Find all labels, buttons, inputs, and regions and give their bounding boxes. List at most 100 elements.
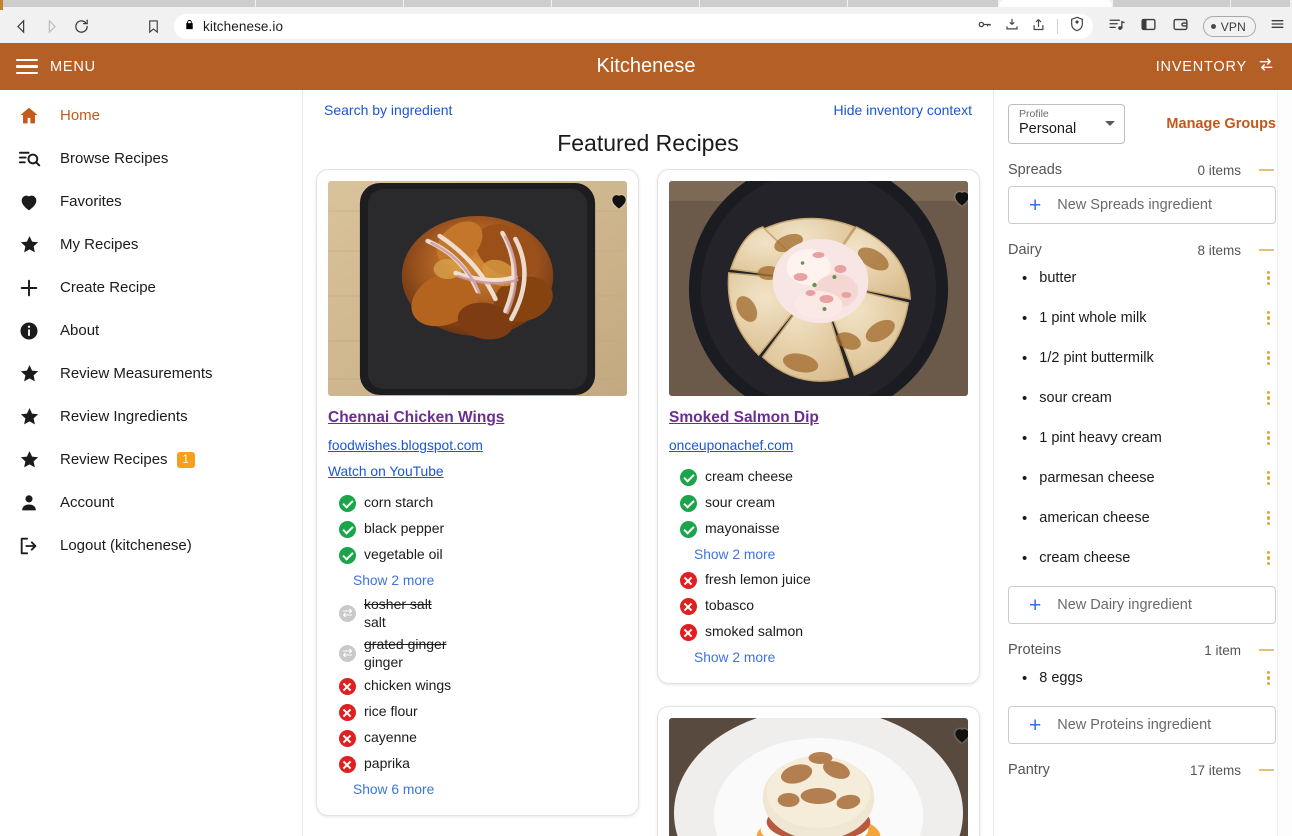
address-bar[interactable]: kitchenese.io: [174, 14, 1093, 39]
browser-tab[interactable]: [404, 0, 552, 7]
inventory-group-header-proteins[interactable]: Proteins 1 item: [1008, 642, 1276, 658]
reload-icon[interactable]: [66, 14, 96, 40]
sidebar-item-review-ingredients[interactable]: Review Ingredients: [0, 395, 302, 438]
inventory-item[interactable]: • cream cheese: [1008, 538, 1276, 578]
sidebar-item-my-recipes[interactable]: My Recipes: [0, 223, 302, 266]
heart-filled-icon[interactable]: [951, 725, 968, 750]
sidebar-item-logout[interactable]: Logout (kitchenese): [0, 524, 302, 567]
recipe-title-link[interactable]: Chennai Chicken Wings: [328, 409, 504, 427]
browser-tab-active[interactable]: [999, 0, 1113, 7]
bullet-icon: •: [1022, 309, 1028, 327]
browser-tab[interactable]: [256, 0, 404, 7]
browser-tab[interactable]: [552, 0, 700, 7]
new-spreads-ingredient-button[interactable]: + New Spreads ingredient: [1008, 186, 1276, 224]
recipe-image-wrap: [328, 181, 627, 396]
sidebar-item-review-measurements[interactable]: Review Measurements: [0, 352, 302, 395]
inventory-item[interactable]: • 1 pint whole milk: [1008, 298, 1276, 338]
recipe-image-salmon-dip: [669, 181, 968, 396]
share-icon[interactable]: [1031, 17, 1046, 37]
recipe-image-wrap: [669, 181, 968, 396]
bookmark-icon[interactable]: [136, 14, 170, 40]
inventory-item[interactable]: • 8 eggs: [1008, 658, 1276, 698]
inventory-group-header-spreads[interactable]: Spreads 0 items: [1008, 162, 1276, 178]
inventory-item[interactable]: • butter: [1008, 258, 1276, 298]
kebab-menu-icon[interactable]: [1261, 389, 1276, 408]
recipe-video-link[interactable]: Watch on YouTube: [328, 464, 627, 479]
sidebar-item-home[interactable]: Home: [0, 94, 302, 137]
browser-tab[interactable]: [1231, 0, 1291, 7]
inventory-item[interactable]: • 1 pint heavy cream: [1008, 418, 1276, 458]
inventory-item[interactable]: • sour cream: [1008, 378, 1276, 418]
ingredient-name: rice flour: [364, 703, 418, 719]
browser-tab[interactable]: [848, 0, 999, 7]
show-more-have-link[interactable]: Show 2 more: [669, 542, 968, 567]
manage-groups-button[interactable]: Manage Groups: [1166, 116, 1276, 132]
inventory-item[interactable]: • american cheese: [1008, 498, 1276, 538]
recipe-source-link[interactable]: onceuponachef.com: [669, 438, 968, 453]
collapse-icon[interactable]: [1259, 249, 1274, 251]
hide-inventory-context-link[interactable]: Hide inventory context: [833, 102, 972, 118]
back-arrow-icon[interactable]: [6, 14, 36, 40]
sidebar-icon[interactable]: [1139, 16, 1158, 38]
browser-tab[interactable]: [3, 0, 256, 7]
item-name: 1/2 pint buttermilk: [1039, 350, 1154, 366]
search-by-ingredient-link[interactable]: Search by ingredient: [324, 102, 452, 118]
group-count: 1 item: [1204, 642, 1241, 658]
sidebar-item-review-recipes[interactable]: Review Recipes 1: [0, 438, 302, 481]
kebab-menu-icon[interactable]: [1261, 309, 1276, 328]
show-more-have-link[interactable]: Show 2 more: [328, 568, 627, 593]
sidebar-item-favorites[interactable]: Favorites: [0, 180, 302, 223]
profile-select[interactable]: Profile Personal: [1008, 104, 1125, 144]
kebab-menu-icon[interactable]: [1261, 269, 1276, 288]
vpn-toggle[interactable]: VPN: [1202, 16, 1256, 37]
kebab-menu-icon[interactable]: [1261, 429, 1276, 448]
sidebar-item-browse-recipes[interactable]: Browse Recipes: [0, 137, 302, 180]
recipe-card[interactable]: Chennai Chicken Wings foodwishes.blogspo…: [316, 169, 639, 816]
check-circle-icon: [680, 469, 697, 486]
kebab-menu-icon[interactable]: [1261, 669, 1276, 688]
new-dairy-ingredient-button[interactable]: + New Dairy ingredient: [1008, 586, 1276, 624]
ingredient-row-missing: smoked salmon: [669, 619, 968, 645]
inventory-group-header-pantry[interactable]: Pantry 17 items: [1008, 762, 1276, 778]
sidebar-item-account[interactable]: Account: [0, 481, 302, 524]
browser-menu-icon[interactable]: [1269, 16, 1286, 37]
playlist-icon[interactable]: [1107, 16, 1126, 38]
download-icon[interactable]: [1004, 17, 1020, 37]
sidebar-item-create-recipe[interactable]: Create Recipe: [0, 266, 302, 309]
kebab-menu-icon[interactable]: [1261, 469, 1276, 488]
wallet-icon[interactable]: [1171, 16, 1190, 38]
inventory-item[interactable]: • 1/2 pint buttermilk: [1008, 338, 1276, 378]
brave-shield-icon[interactable]: [1069, 15, 1085, 38]
show-more-missing-link[interactable]: Show 6 more: [328, 777, 627, 802]
kebab-menu-icon[interactable]: [1261, 549, 1276, 568]
inventory-toggle-button[interactable]: INVENTORY: [1156, 56, 1276, 77]
ingredient-name: chicken wings: [364, 677, 452, 693]
bullet-icon: •: [1022, 349, 1028, 367]
new-proteins-ingredient-button[interactable]: + New Proteins ingredient: [1008, 706, 1276, 744]
inventory-item[interactable]: • parmesan cheese: [1008, 458, 1276, 498]
collapse-icon[interactable]: [1259, 769, 1274, 771]
kebab-menu-icon[interactable]: [1261, 349, 1276, 368]
password-key-icon[interactable]: [976, 17, 993, 37]
heart-filled-icon[interactable]: [951, 188, 968, 213]
logout-icon: [18, 535, 60, 557]
sidebar-item-about[interactable]: About: [0, 309, 302, 352]
recipe-title-link[interactable]: Smoked Salmon Dip: [669, 409, 819, 427]
heart-filled-icon[interactable]: [608, 191, 627, 216]
recipe-card[interactable]: Smoked Salmon Dip onceuponachef.com crea…: [657, 169, 980, 684]
tab-strip[interactable]: [0, 0, 1292, 10]
collapse-icon[interactable]: [1259, 169, 1274, 171]
collapse-icon[interactable]: [1259, 649, 1274, 651]
browser-tab[interactable]: [1113, 0, 1231, 7]
browser-tab[interactable]: [700, 0, 848, 7]
kebab-menu-icon[interactable]: [1261, 509, 1276, 528]
recipe-source-link[interactable]: foodwishes.blogspot.com: [328, 438, 627, 453]
menu-button[interactable]: MENU: [16, 59, 96, 75]
show-more-missing-link[interactable]: Show 2 more: [669, 645, 968, 670]
sidebar-label: Favorites: [60, 193, 122, 210]
page-scrollbar[interactable]: [1277, 90, 1292, 836]
check-circle-icon: [680, 521, 697, 538]
person-icon: [18, 492, 60, 514]
recipe-card[interactable]: [657, 706, 980, 836]
inventory-group-header-dairy[interactable]: Dairy 8 items: [1008, 242, 1276, 258]
